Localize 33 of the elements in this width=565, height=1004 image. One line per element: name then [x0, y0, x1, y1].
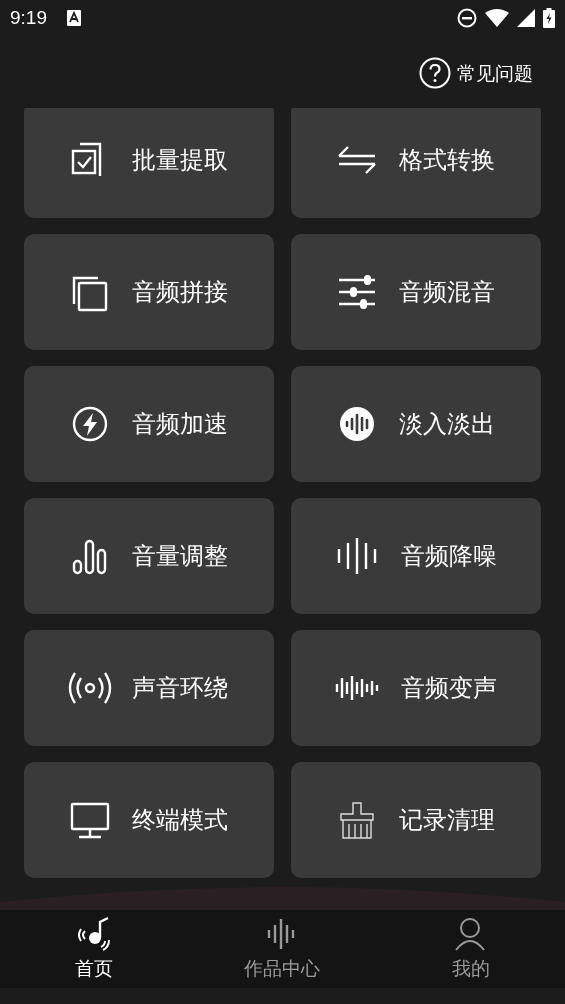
tool-button[interactable]: 批量提取 — [24, 108, 274, 218]
lightning-circle-icon — [70, 406, 110, 442]
signal-icon — [517, 9, 535, 27]
nav-tab[interactable]: 首页 — [0, 910, 189, 988]
tool-button[interactable]: 音频混音 — [291, 234, 541, 350]
tool-button[interactable]: 音量调整 — [24, 498, 274, 614]
battery-charging-icon — [543, 8, 555, 28]
notification-icon — [67, 10, 81, 26]
copy-icon — [70, 274, 110, 310]
user-icon — [454, 915, 487, 952]
tool-button[interactable]: 音频拼接 — [24, 234, 274, 350]
tool-button[interactable]: 音频降噪 — [291, 498, 541, 614]
tool-button[interactable]: 淡入淡出 — [291, 366, 541, 482]
tool-button[interactable]: 音频加速 — [24, 366, 274, 482]
faq-link[interactable]: 常见问题 — [419, 57, 533, 89]
wifi-icon — [485, 9, 509, 27]
monitor-icon — [70, 802, 110, 838]
broadcast-icon — [70, 670, 110, 706]
vertical-lines-icon — [335, 538, 379, 574]
do-not-disturb-icon — [457, 8, 477, 28]
help-icon — [419, 57, 451, 89]
sliders-icon — [337, 274, 377, 310]
broom-icon — [337, 802, 377, 838]
tool-button[interactable]: 声音环绕 — [24, 630, 274, 746]
nav-tab[interactable]: 作品中心 — [188, 910, 377, 988]
nav-tab[interactable]: 我的 — [376, 910, 565, 988]
status-time: 9:19 — [10, 5, 47, 30]
tool-button[interactable]: 记录清理 — [291, 762, 541, 878]
tool-button[interactable]: 音频变声 — [291, 630, 541, 746]
music-note-icon — [78, 915, 111, 952]
tool-button[interactable]: 终端模式 — [24, 762, 274, 878]
sound-wave-circle-icon — [337, 406, 377, 442]
tool-button[interactable]: 格式转换 — [291, 108, 541, 218]
